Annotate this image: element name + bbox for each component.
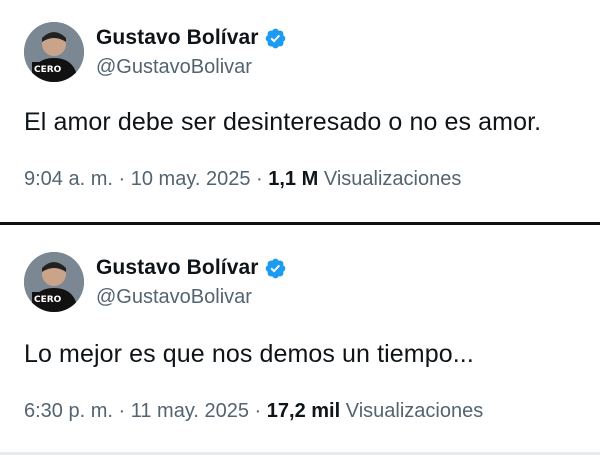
tweet-card[interactable]: CERO Gustavo Bolívar @GustavoBolivar El … bbox=[0, 0, 600, 222]
author-name[interactable]: Gustavo Bolívar bbox=[96, 256, 259, 280]
tweet-date[interactable]: 11 may. 2025 bbox=[131, 400, 249, 422]
tweet-card[interactable]: CERO Gustavo Bolívar @GustavoBolivar Lo … bbox=[0, 230, 600, 455]
separator-dot: · bbox=[256, 168, 263, 190]
avatar[interactable]: CERO bbox=[24, 252, 84, 312]
separator-dot: · bbox=[118, 168, 126, 190]
author-row: Gustavo Bolívar bbox=[96, 24, 287, 52]
author-handle[interactable]: @GustavoBolivar bbox=[96, 286, 252, 309]
svg-text:CERO: CERO bbox=[34, 295, 62, 305]
views-count[interactable]: 1,1 M bbox=[268, 168, 318, 190]
views-count[interactable]: 17,2 mil bbox=[267, 400, 340, 422]
verified-badge-icon bbox=[265, 28, 285, 48]
views-label[interactable]: Visualizaciones bbox=[324, 168, 462, 190]
tweet-time[interactable]: 9:04 a. m. bbox=[24, 168, 113, 190]
screenshot-divider bbox=[0, 222, 600, 230]
svg-text:CERO: CERO bbox=[34, 65, 62, 75]
separator-dot: · bbox=[254, 400, 262, 422]
avatar-image: CERO bbox=[24, 252, 84, 312]
tweet-date[interactable]: 10 may. 2025 bbox=[131, 168, 251, 190]
verified-badge-icon bbox=[265, 258, 285, 278]
author-handle[interactable]: @GustavoBolivar bbox=[96, 56, 252, 79]
author-row: Gustavo Bolívar bbox=[96, 254, 287, 282]
separator-dot: · bbox=[118, 400, 126, 422]
avatar-image: CERO bbox=[24, 22, 84, 82]
avatar[interactable]: CERO bbox=[24, 22, 84, 82]
author-name[interactable]: Gustavo Bolívar bbox=[96, 26, 259, 50]
tweet-text: El amor debe ser desinteresado o no es a… bbox=[24, 108, 542, 136]
tweet-text: Lo mejor es que nos demos un tiempo... bbox=[24, 340, 474, 368]
tweet-meta: 6:30 p. m. · 11 may. 2025 · 17,2 mil Vis… bbox=[24, 400, 483, 423]
views-label[interactable]: Visualizaciones bbox=[346, 400, 484, 422]
tweet-time[interactable]: 6:30 p. m. bbox=[24, 400, 113, 422]
tweet-meta: 9:04 a. m. · 10 may. 2025 · 1,1 M Visual… bbox=[24, 168, 461, 191]
